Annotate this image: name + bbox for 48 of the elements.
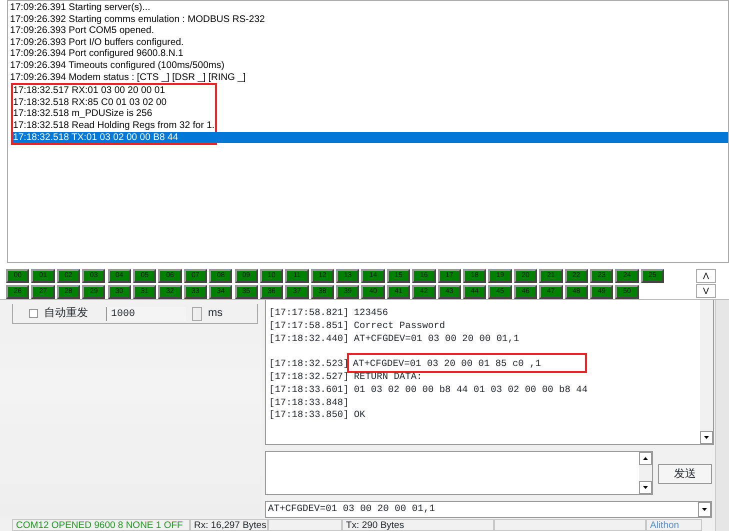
- down-arrow-icon: [643, 486, 648, 489]
- send-button[interactable]: 发送: [658, 464, 712, 484]
- annotated-log-text: AT+CFGDEV=01 03 20 00 01 85 c0 ,1: [346, 353, 587, 374]
- log-line[interactable]: 17:09:26.394 Modem status : [CTS _] [DSR _] [RING _]: [8, 72, 728, 84]
- log-line[interactable]: 17:09:26.393 Port I/O buffers configured.: [8, 36, 728, 48]
- timestamp: [17:18:32.523]: [269, 358, 349, 371]
- up-arrow-icon: [643, 457, 648, 460]
- scroll-down-button[interactable]: [639, 481, 652, 494]
- log-line[interactable]: 17:09:26.394 Port configured 9600.8.N.1: [8, 48, 728, 60]
- send-input-field[interactable]: [265, 451, 653, 495]
- log-text: AT+CFGDEV=01 03 00 20 00 01,1: [354, 332, 520, 346]
- checkbox-label: 自动重发: [44, 306, 88, 322]
- log-line[interactable]: 17:09:26.392 Starting comms emulation : MODBUS RS-232: [8, 14, 728, 26]
- log-line[interactable]: 17:18:32.517 RX:01 03 00 20 00 01: [13, 85, 215, 97]
- status-text: Tx: 290 Bytes: [342, 519, 494, 531]
- timestamp: [17:18:33.850]: [269, 409, 349, 422]
- dropdown-button[interactable]: [698, 502, 711, 517]
- down-arrow-icon: [704, 436, 709, 439]
- status-text: COM12 OPENED 9600 8 NONE 1 OFF: [12, 519, 190, 531]
- scroll-button[interactable]: V: [696, 284, 716, 298]
- timestamp: [17:17:58.851]: [269, 320, 349, 333]
- scroll-up-button[interactable]: [639, 452, 652, 465]
- log-text: 01 03 02 00 00 b8 44 01 03 02 00 00 b8 44: [354, 384, 588, 397]
- scroll-down-button[interactable]: [700, 431, 713, 444]
- log-text: RETURN DATA:: [354, 370, 422, 384]
- log-line[interactable]: 17:09:26.391 Starting server(s)...: [8, 2, 728, 14]
- status-text: Rx: 16,297 Bytes: [190, 519, 268, 531]
- log-line[interactable]: 17:18:32.518 m_PDUSize is 256: [13, 108, 215, 120]
- timestamp: [17:18:33.848]: [269, 396, 349, 410]
- down-arrow-icon: [702, 508, 707, 511]
- log-line[interactable]: 17:09:26.393 Port COM5 opened.: [8, 25, 728, 37]
- log-line[interactable]: 17:18:32.518 Read Holding Regs from 32 for 1.: [13, 120, 215, 132]
- timestamp: [17:18:32.527]: [269, 370, 349, 384]
- unit-label: ms: [208, 306, 223, 322]
- scrollbar[interactable]: [700, 300, 713, 444]
- checkbox[interactable]: [29, 309, 38, 318]
- log-text: 123456: [354, 307, 388, 320]
- interval-field[interactable]: 1000: [106, 306, 186, 320]
- timestamp: [17:17:58.821]: [269, 307, 349, 320]
- scroll-button[interactable]: Λ: [696, 269, 716, 283]
- log-line[interactable]: 17:18:32.518 RX:85 C0 01 03 02 00: [13, 96, 215, 108]
- log-text: OK: [354, 409, 366, 422]
- timestamp: [17:18:33.601]: [269, 384, 349, 397]
- log-text: Correct Password: [354, 320, 446, 333]
- timestamp: [17:18:32.440]: [269, 332, 349, 346]
- status-text: Alithon: [646, 519, 702, 531]
- command-combobox[interactable]: AT+CFGDEV=01 03 00 20 00 01,1: [265, 501, 712, 518]
- log-line[interactable]: 17:09:26.394 Timeouts configured (100ms/500ms): [8, 60, 728, 72]
